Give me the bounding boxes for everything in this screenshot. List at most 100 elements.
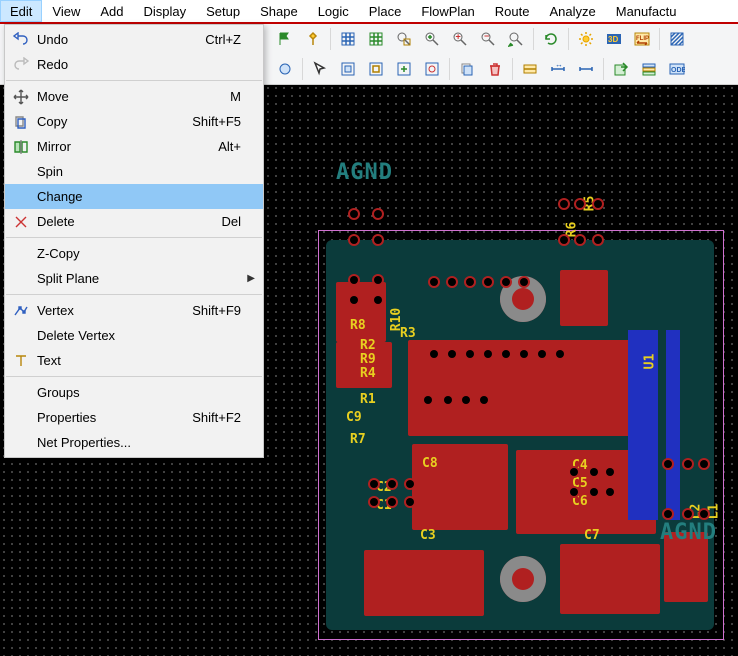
- trash-icon[interactable]: [482, 56, 508, 82]
- pointer-icon[interactable]: [307, 56, 333, 82]
- svg-text:−: −: [484, 31, 489, 41]
- menu-display[interactable]: Display: [134, 0, 197, 22]
- via: [570, 488, 578, 496]
- menu-label: FlowPlan: [421, 4, 474, 19]
- menu-shape[interactable]: Shape: [250, 0, 308, 22]
- measure-icon[interactable]: ↔: [545, 56, 571, 82]
- menu-item-mirror[interactable]: MirrorAlt+: [5, 134, 263, 159]
- zoom-out-icon[interactable]: −: [475, 26, 501, 52]
- 3d-icon[interactable]: 3D: [601, 26, 627, 52]
- ruler-icon[interactable]: [573, 56, 599, 82]
- copy-icon: [9, 114, 33, 130]
- menu-item-vertex[interactable]: VertexShift+F9: [5, 298, 263, 323]
- menu-logic[interactable]: Logic: [308, 0, 359, 22]
- menu-manufactu[interactable]: Manufactu: [606, 0, 687, 22]
- zoom-sel-icon[interactable]: [391, 26, 417, 52]
- copper-region: [560, 544, 660, 614]
- via: [560, 236, 568, 244]
- refdes-label: C3: [420, 528, 436, 543]
- via: [594, 236, 602, 244]
- via: [684, 510, 692, 518]
- grid1-icon[interactable]: [335, 26, 361, 52]
- select-out-icon[interactable]: [419, 56, 445, 82]
- via: [520, 350, 528, 358]
- via: [590, 468, 598, 476]
- export-icon[interactable]: [608, 56, 634, 82]
- refdes-label: R4: [360, 366, 376, 381]
- svg-text:ODB: ODB: [671, 67, 685, 74]
- menu-item-net-properties[interactable]: Net Properties...: [5, 430, 263, 455]
- menu-analyze[interactable]: Analyze: [539, 0, 605, 22]
- menu-item-copy[interactable]: CopyShift+F5: [5, 109, 263, 134]
- via: [388, 498, 396, 506]
- via: [606, 468, 614, 476]
- zoom-prev-icon[interactable]: [503, 26, 529, 52]
- menu-route[interactable]: Route: [485, 0, 540, 22]
- menu-item-label: Change: [33, 189, 241, 204]
- select-win-icon[interactable]: [363, 56, 389, 82]
- menu-item-label: Delete: [33, 214, 221, 229]
- refdes-label: R9: [360, 352, 376, 367]
- flip-icon[interactable]: FLIP: [629, 26, 655, 52]
- via: [430, 278, 438, 286]
- menu-item-label: Spin: [33, 164, 241, 179]
- menu-item-split-plane[interactable]: Split Plane▶: [5, 266, 263, 291]
- menu-item-z-copy[interactable]: Z-Copy: [5, 241, 263, 266]
- select-in-icon[interactable]: [391, 56, 417, 82]
- zoom-fit-icon[interactable]: [419, 26, 445, 52]
- menu-item-label: Delete Vertex: [33, 328, 241, 343]
- via: [374, 210, 382, 218]
- copy-icon[interactable]: [454, 56, 480, 82]
- via: [466, 278, 474, 286]
- flag-icon[interactable]: [272, 26, 298, 52]
- menu-add[interactable]: Add: [90, 0, 133, 22]
- refdes-label: C9: [346, 410, 362, 425]
- menu-setup[interactable]: Setup: [196, 0, 250, 22]
- grid2-icon[interactable]: [363, 26, 389, 52]
- select-rect-icon[interactable]: [335, 56, 361, 82]
- delete-icon: [9, 214, 33, 230]
- menu-view[interactable]: View: [42, 0, 90, 22]
- menu-item-redo[interactable]: Redo: [5, 52, 263, 77]
- menu-item-delete[interactable]: DeleteDel: [5, 209, 263, 234]
- menu-item-properties[interactable]: PropertiesShift+F2: [5, 405, 263, 430]
- odb-icon[interactable]: ODB: [664, 56, 690, 82]
- stack-icon[interactable]: [636, 56, 662, 82]
- menu-flowplan[interactable]: FlowPlan: [411, 0, 484, 22]
- pin-icon[interactable]: [300, 26, 326, 52]
- zoom-in-icon[interactable]: +: [447, 26, 473, 52]
- via: [406, 480, 414, 488]
- menu-item-label: Text: [33, 353, 241, 368]
- menu-edit[interactable]: Edit: [0, 0, 42, 22]
- menu-item-label: Properties: [33, 410, 192, 425]
- via: [664, 460, 672, 468]
- move-icon: [9, 89, 33, 105]
- menu-label: Manufactu: [616, 4, 677, 19]
- via: [388, 480, 396, 488]
- menu-item-spin[interactable]: Spin: [5, 159, 263, 184]
- menu-item-groups[interactable]: Groups: [5, 380, 263, 405]
- menu-place[interactable]: Place: [359, 0, 412, 22]
- menu-item-move[interactable]: MoveM: [5, 84, 263, 109]
- menu-item-label: Split Plane: [33, 271, 241, 286]
- menu-item-delete-vertex[interactable]: Delete Vertex: [5, 323, 263, 348]
- menubar: EditViewAdd Display SetupShapeLogicPlace Fl…: [0, 0, 738, 24]
- via: [590, 488, 598, 496]
- menu-item-undo[interactable]: UndoCtrl+Z: [5, 27, 263, 52]
- via: [576, 236, 584, 244]
- refresh-icon[interactable]: [538, 26, 564, 52]
- menu-item-text[interactable]: Text: [5, 348, 263, 373]
- via: [520, 278, 528, 286]
- hatch-icon[interactable]: [664, 26, 690, 52]
- layer-icon[interactable]: [517, 56, 543, 82]
- menu-label: Display: [144, 4, 187, 19]
- via: [374, 296, 382, 304]
- sun-icon[interactable]: [573, 26, 599, 52]
- menu-item-label: Z-Copy: [33, 246, 241, 261]
- menu-label: Analyze: [549, 4, 595, 19]
- text-icon: [9, 353, 33, 369]
- via: [502, 350, 510, 358]
- menu-item-change[interactable]: Change: [5, 184, 263, 209]
- via: [370, 480, 378, 488]
- circle-icon[interactable]: [272, 56, 298, 82]
